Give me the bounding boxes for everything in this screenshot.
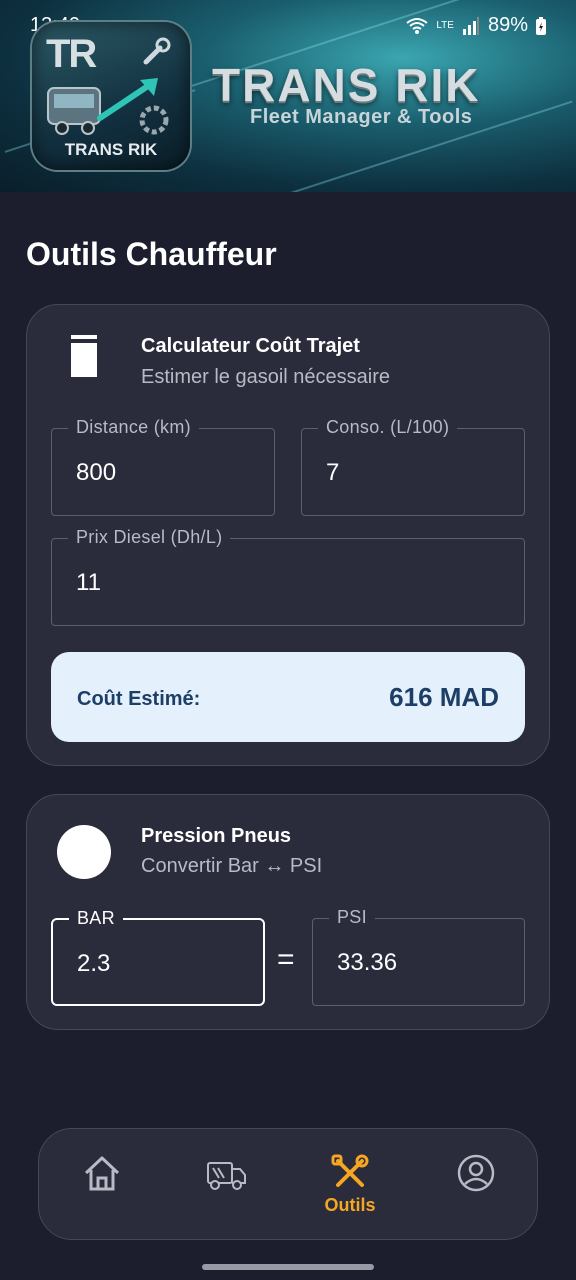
nav-profile[interactable]	[431, 1149, 521, 1225]
wifi-icon	[406, 17, 428, 34]
diesel-price-label: Prix Diesel (Dh/L)	[68, 527, 231, 548]
distance-input[interactable]: 800	[76, 459, 116, 487]
signal-icon	[462, 16, 479, 35]
logo-name: TRANS RIK	[64, 140, 158, 159]
psi-field[interactable]: PSI 33.36	[312, 907, 525, 1006]
document-icon	[71, 335, 97, 377]
nav-fleet[interactable]	[181, 1149, 271, 1225]
psi-input[interactable]: 33.36	[337, 949, 397, 977]
truck-arrow-icon	[47, 78, 169, 135]
consumption-label: Conso. (L/100)	[318, 417, 458, 438]
nav-tools-label: Outils	[324, 1195, 376, 1215]
bottom-nav: Outils	[38, 1128, 538, 1240]
profile-icon	[457, 1154, 495, 1192]
consumption-field[interactable]: Conso. (L/100) 7	[301, 417, 525, 516]
network-type: LTE	[436, 19, 454, 31]
trip-cost-subtitle: Estimer le gasoil nécessaire	[141, 366, 390, 388]
tools-icon	[331, 1154, 369, 1187]
tire-pressure-card: Pression Pneus Convertir Bar ↔ PSI BAR 2…	[26, 794, 550, 1030]
page-title: Outils Chauffeur	[26, 236, 277, 272]
screen: 13:40 LTE 89%	[0, 0, 576, 1280]
tire-pressure-title: Pression Pneus	[141, 825, 292, 847]
logo-mark: TR	[46, 32, 97, 76]
tire-pressure-subtitle: Convertir Bar ↔ PSI	[141, 855, 323, 877]
brand-subtitle: Fleet Manager & Tools	[250, 106, 473, 128]
bar-label: BAR	[69, 908, 123, 929]
bar-input[interactable]: 2.3	[77, 950, 110, 978]
trip-cost-title: Calculateur Coût Trajet	[141, 335, 360, 357]
battery-charging-icon	[536, 16, 546, 35]
diesel-price-field[interactable]: Prix Diesel (Dh/L) 11	[51, 527, 525, 626]
nav-tools[interactable]: Outils	[305, 1149, 395, 1225]
home-icon	[84, 1156, 120, 1191]
diesel-price-input[interactable]: 11	[76, 569, 101, 597]
battery-percent: 89%	[487, 14, 528, 36]
estimated-cost-box: Coût Estimé: 616 MAD	[51, 652, 525, 742]
equals-sign: =	[277, 943, 295, 976]
home-indicator[interactable]	[202, 1264, 374, 1270]
trip-cost-card: Calculateur Coût Trajet Estimer le gasoi…	[26, 304, 550, 766]
truck-icon	[207, 1162, 246, 1190]
gauge-icon	[57, 825, 111, 879]
distance-field[interactable]: Distance (km) 800	[51, 417, 275, 516]
app-logo: TR TRANS RIK	[32, 22, 190, 170]
wrench-icon	[143, 37, 171, 65]
nav-home[interactable]	[57, 1149, 147, 1225]
brand-title: TRANS RIK	[212, 59, 481, 111]
estimated-cost-value: 616 MAD	[389, 682, 499, 712]
distance-label: Distance (km)	[68, 417, 199, 438]
bar-field[interactable]: BAR 2.3	[51, 908, 265, 1006]
header-banner: 13:40 LTE 89%	[0, 0, 576, 192]
psi-label: PSI	[329, 907, 375, 928]
consumption-input[interactable]: 7	[326, 459, 339, 487]
estimated-cost-label: Coût Estimé:	[77, 688, 201, 710]
